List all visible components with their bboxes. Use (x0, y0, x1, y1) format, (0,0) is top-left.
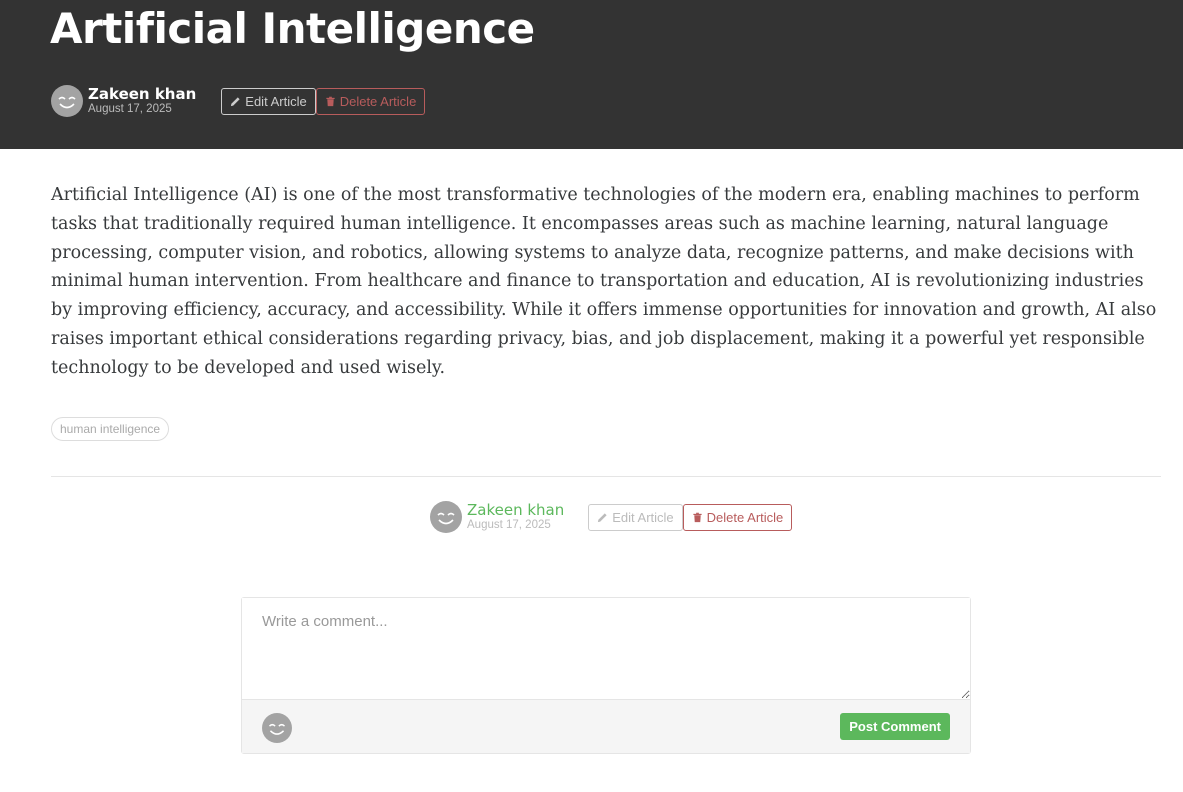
tag-pill: human intelligence (51, 417, 170, 441)
smiley-avatar-icon (268, 723, 286, 735)
pencil-icon (231, 96, 240, 106)
article-date: August 17, 2025 (88, 103, 172, 115)
author-info: Zakeen khan August 17, 2025 (88, 86, 196, 116)
comment-form: Post Comment (241, 597, 971, 754)
delete-article-button[interactable]: Delete Article (682, 503, 793, 531)
edit-article-label: Edit Article (245, 93, 307, 109)
edit-article-button[interactable]: Edit Article (588, 503, 683, 531)
author-name-link[interactable]: Zakeen khan (88, 86, 196, 102)
author-avatar[interactable] (51, 85, 83, 117)
comment-input[interactable] (242, 598, 970, 699)
divider (51, 476, 1161, 477)
delete-article-button[interactable]: Delete Article (315, 87, 426, 115)
smiley-avatar-icon (58, 96, 76, 109)
article-meta-bottom: Zakeen khan August 17, 2025 Edit Article… (430, 501, 793, 533)
delete-article-label: Delete Article (339, 93, 417, 109)
edit-article-button[interactable]: Edit Article (221, 87, 316, 115)
edit-article-label: Edit Article (612, 509, 674, 525)
article-title: Artificial Intelligence (50, 4, 535, 53)
article-meta-top: Zakeen khan August 17, 2025 Edit Article… (51, 85, 426, 117)
author-info: Zakeen khan August 17, 2025 (467, 502, 564, 532)
author-name-link[interactable]: Zakeen khan (467, 502, 564, 518)
article-body: Artificial Intelligence (AI) is one of t… (51, 185, 1157, 378)
smiley-avatar-icon (437, 512, 455, 525)
article-date: August 17, 2025 (467, 519, 551, 531)
trash-icon (326, 96, 335, 106)
author-avatar[interactable] (430, 501, 462, 533)
trash-icon (693, 512, 702, 522)
comment-footer: Post Comment (242, 699, 970, 753)
post-comment-button[interactable]: Post Comment (840, 713, 950, 740)
pencil-icon (598, 512, 607, 522)
article-banner: Artificial Intelligence Zakeen khan Augu… (0, 0, 1183, 149)
user-avatar (262, 713, 292, 743)
delete-article-label: Delete Article (706, 509, 784, 525)
